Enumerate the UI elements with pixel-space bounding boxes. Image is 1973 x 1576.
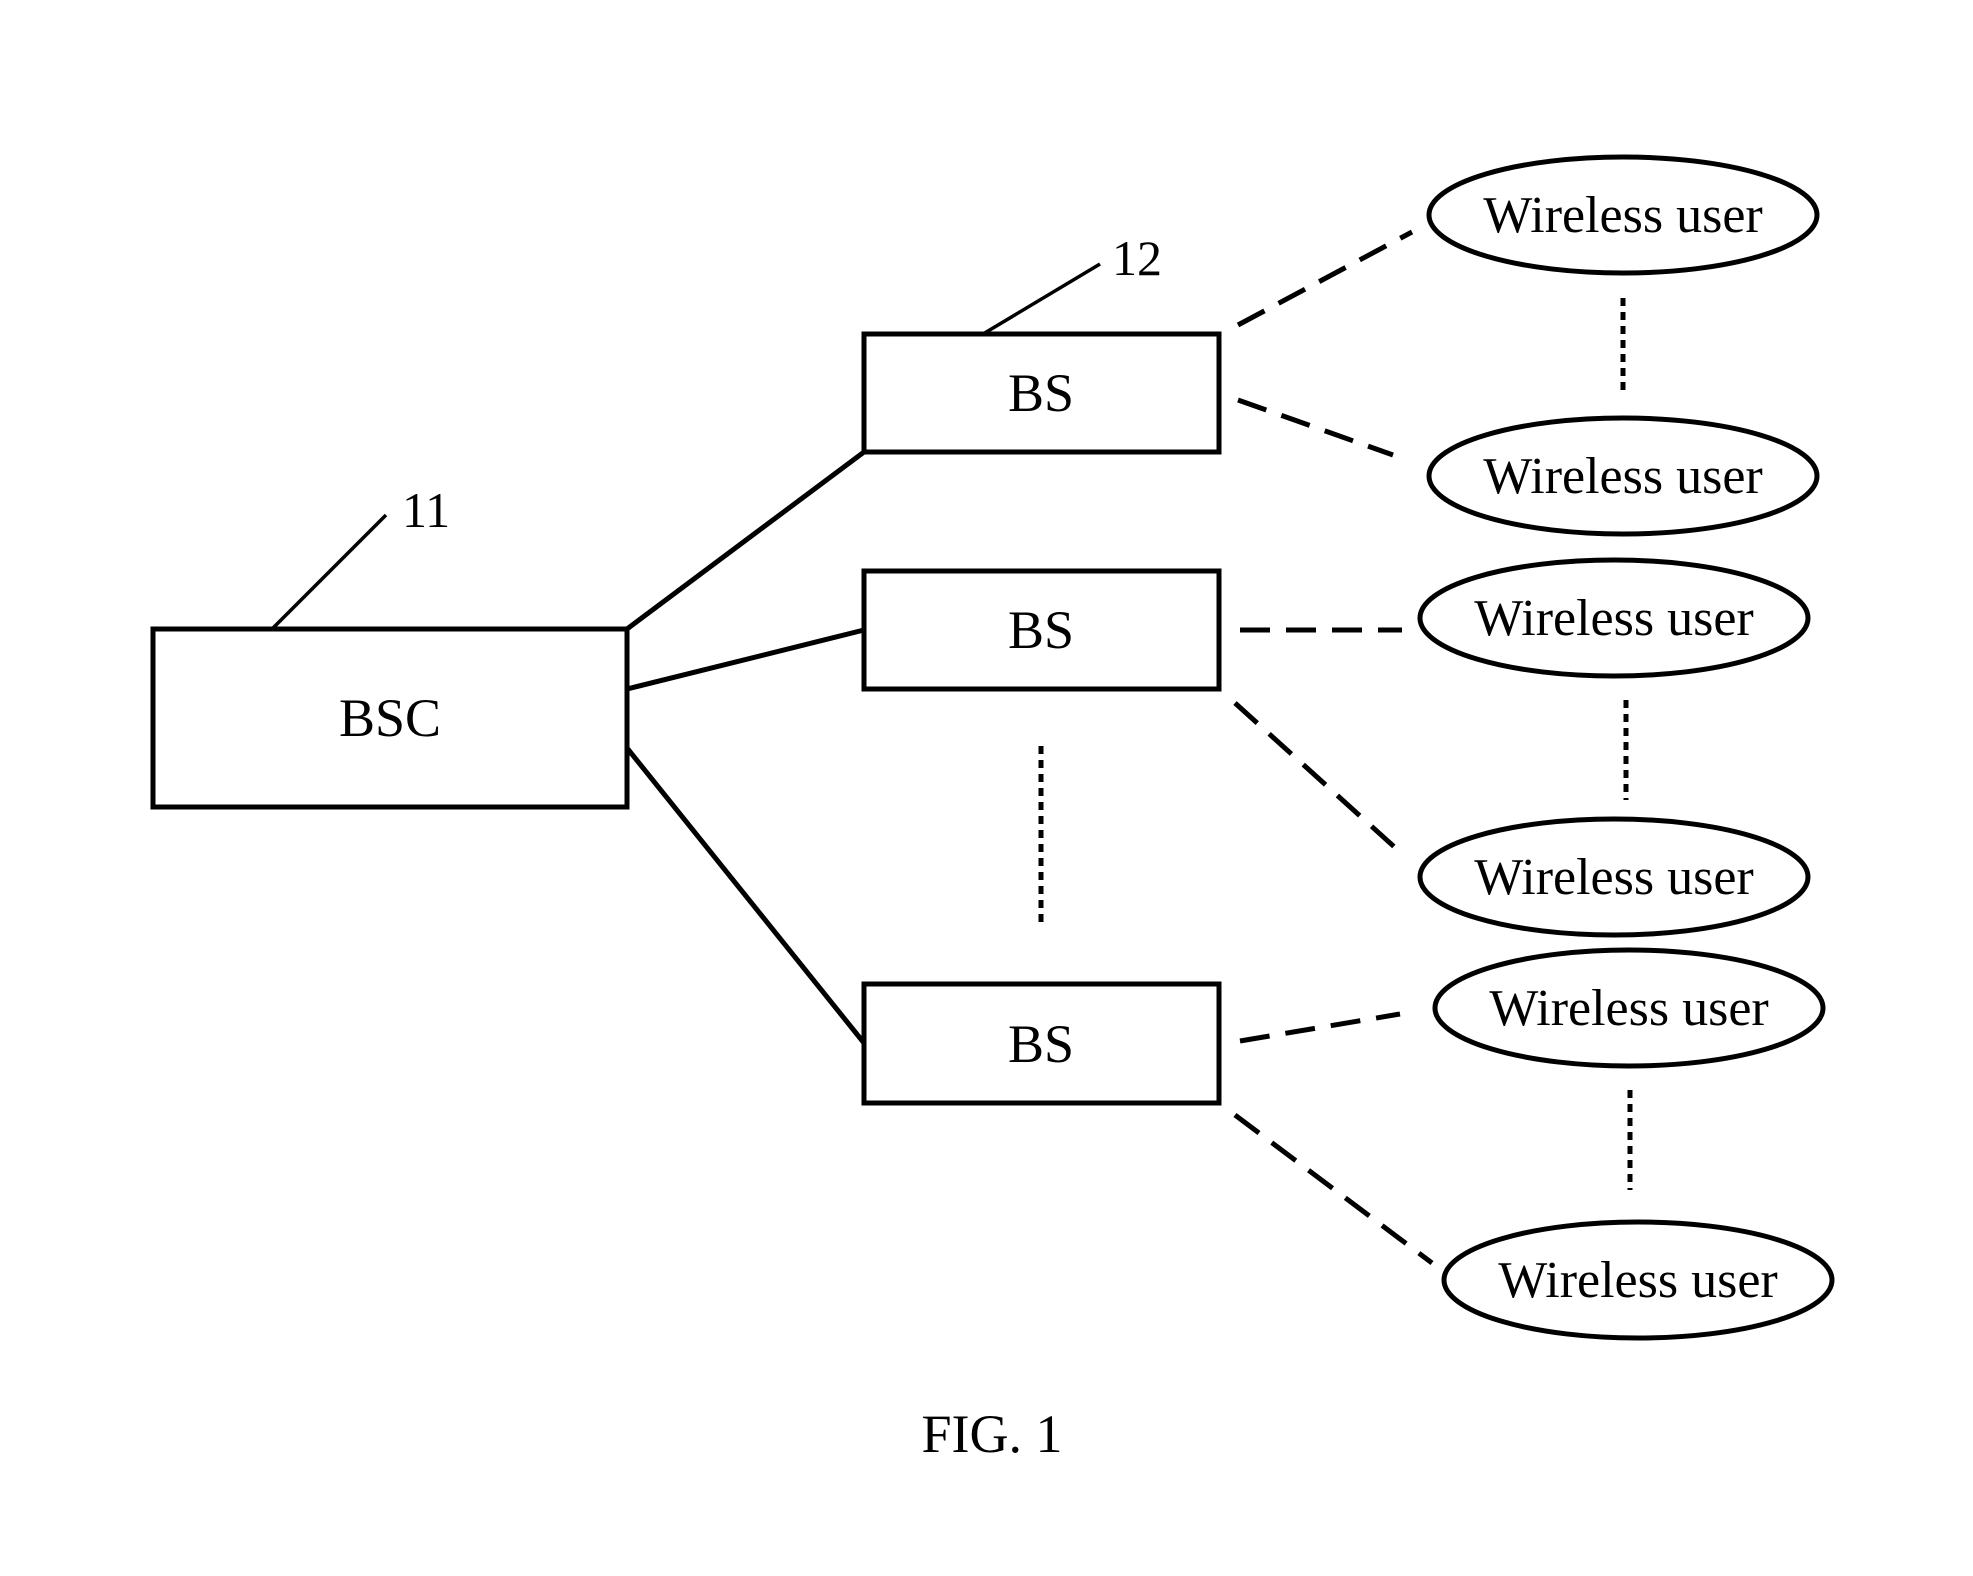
- bs1-user1-link: [1236, 229, 1414, 328]
- bs-node-2: BS: [861, 568, 1222, 692]
- bs3-user5-link: [1239, 1011, 1401, 1044]
- user-label: Wireless user: [1474, 590, 1753, 647]
- user-label: Wireless user: [1498, 1252, 1777, 1309]
- ref-12-leader-line: [982, 262, 1101, 336]
- bs1-user2-link: [1237, 397, 1394, 458]
- user-label: Wireless user: [1483, 187, 1762, 244]
- wireless-user-6: Wireless user: [1441, 1219, 1835, 1341]
- ref-11-leader-line: [270, 513, 388, 631]
- user-label: Wireless user: [1474, 849, 1753, 906]
- bs-node-3: BS: [861, 981, 1222, 1106]
- bs-label: BS: [1008, 1014, 1074, 1074]
- wireless-user-5: Wireless user: [1432, 947, 1826, 1069]
- wireless-user-4: Wireless user: [1417, 816, 1811, 938]
- wireless-user-1: Wireless user: [1426, 154, 1820, 276]
- figure-caption: FIG. 1: [921, 1404, 1062, 1464]
- network-diagram: BSC 11 BS 12 BS BS Wireless user Wireles…: [150, 154, 1835, 1464]
- bs-label: BS: [1008, 363, 1074, 423]
- bsc-bs1-link: [625, 449, 866, 632]
- user-label: Wireless user: [1489, 980, 1768, 1037]
- bs3-user6-link: [1233, 1113, 1434, 1265]
- bsc-bs2-link: [626, 627, 865, 692]
- bs-label: BS: [1008, 600, 1074, 660]
- bsc-bs3-link: [625, 746, 866, 1045]
- bsc-node: BSC: [150, 626, 630, 810]
- bsc-label: BSC: [339, 688, 441, 748]
- bs2-user4-link: [1233, 701, 1402, 854]
- ref-11-label: 11: [402, 482, 450, 538]
- wireless-user-2: Wireless user: [1426, 415, 1820, 537]
- bs-node-1: BS: [861, 331, 1222, 455]
- ref-12-label: 12: [1112, 230, 1162, 286]
- user-label: Wireless user: [1483, 448, 1762, 505]
- wireless-user-3: Wireless user: [1417, 557, 1811, 679]
